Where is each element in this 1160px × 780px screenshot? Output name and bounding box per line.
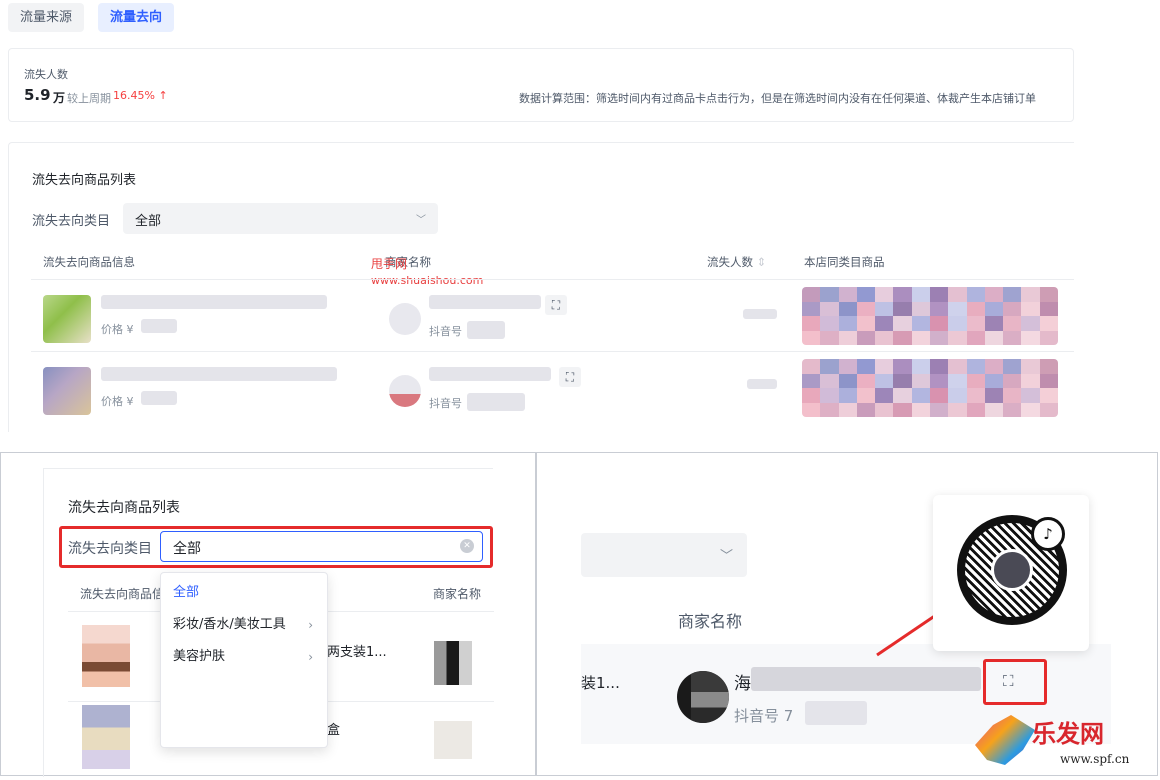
product-thumbnail[interactable] <box>82 705 130 769</box>
douyin-id-blurred <box>467 321 505 339</box>
product-thumbnail[interactable] <box>43 295 91 343</box>
douyin-id-label: 抖音号 <box>429 397 462 410</box>
zoom-product-name: 盒 <box>327 723 341 738</box>
dropdown-item-makeup[interactable]: 彩妆/香水/美妆工具 › <box>161 609 327 641</box>
arrow-up-icon: ↑ <box>158 89 168 102</box>
tab-traffic-destination[interactable]: 流量去向 <box>98 3 175 32</box>
row-divider <box>31 279 1074 280</box>
product-name-blurred <box>101 295 327 309</box>
product-thumbnail[interactable] <box>82 625 130 687</box>
chevron-down-icon: ﹀ <box>416 215 426 226</box>
merchant-avatar <box>991 549 1033 591</box>
zoom-category-filter-label: 流失去向类目 <box>68 541 152 557</box>
dropdown-item-skincare[interactable]: 美容护肤 › <box>161 641 327 673</box>
douyin-id-blurred <box>805 701 867 725</box>
product-price-label: 价格 ¥ <box>101 395 134 408</box>
lost-users-blurred <box>747 379 777 389</box>
scan-qr-icon[interactable]: ⛶ <box>559 367 581 387</box>
merchant-name-initial: 海 <box>734 674 751 694</box>
product-price-blurred <box>141 391 177 405</box>
scan-qr-icon[interactable]: ⛶ <box>545 295 567 315</box>
lost-users-blurred <box>743 309 777 319</box>
zoom-product-name-truncated: 装1... <box>581 674 620 692</box>
zoom-column-header-merchant: 商家名称 <box>678 612 743 631</box>
watermark-url: www.shuaishou.com <box>371 274 484 287</box>
douyin-id-label: 抖音号 <box>429 325 462 338</box>
product-thumbnail[interactable] <box>43 367 91 415</box>
zoom-list-card: 流失去向商品列表 流失去向类目 全部 ✕ 流失去向商品信 商家名称 两支装1..… <box>43 468 494 777</box>
merchant-avatar <box>389 375 421 407</box>
clear-icon[interactable]: ✕ <box>460 539 474 553</box>
same-category-thumbnails[interactable] <box>802 287 1058 345</box>
scan-qr-icon[interactable]: ⛶ <box>1003 672 1014 690</box>
zoom-panel-category-filter: 流失去向商品列表 流失去向类目 全部 ✕ 流失去向商品信 商家名称 两支装1..… <box>0 452 536 777</box>
chevron-down-icon: ﹀ <box>719 549 733 564</box>
zoom-list-title: 流失去向商品列表 <box>68 500 180 516</box>
sort-icon[interactable]: ⇕ <box>757 255 767 269</box>
merchant-avatar <box>434 641 472 685</box>
douyin-id-label: 抖音号 7 <box>734 707 794 725</box>
list-title: 流失去向商品列表 <box>32 173 137 188</box>
calc-scope-note: 数据计算范围：筛选时间内有过商品卡点击行为，但是在筛选时间内没有在任何渠道、体裁… <box>519 92 1036 105</box>
lost-product-list-card: 流失去向商品列表 流失去向类目 全部 ﹀ 流失去向商品信息 商家名称 流失人数 … <box>8 142 1074 432</box>
zoom-column-header-product: 流失去向商品信 <box>80 587 165 601</box>
summary-card: 流失人数 5.9 万 较上周期 16.45% ↑ 数据计算范围：筛选时间内有过商… <box>8 48 1074 122</box>
chevron-right-icon: › <box>308 618 313 632</box>
merchant-name-blurred <box>751 667 981 691</box>
tab-traffic-source[interactable]: 流量来源 <box>8 3 85 32</box>
merchant-name-blurred <box>429 367 551 381</box>
compare-percent: 16.45% ↑ <box>113 89 168 102</box>
lost-users-unit: 万 <box>53 91 66 105</box>
zoom-category-select-partial[interactable]: ﹀ <box>581 533 747 577</box>
column-header-lost-users[interactable]: 流失人数 ⇕ <box>707 254 766 270</box>
compare-percent-value: 16.45% <box>113 89 155 102</box>
lost-users-label: 流失人数 <box>24 68 68 81</box>
highlight-box <box>983 659 1047 705</box>
zoom-column-header-merchant: 商家名称 <box>433 587 482 601</box>
dropdown-item-label: 彩妆/香水/美妆工具 <box>173 617 286 632</box>
row-divider <box>31 351 1074 352</box>
lost-users-value: 5.9 <box>24 86 51 104</box>
chevron-right-icon: › <box>308 650 313 664</box>
column-header-product: 流失去向商品信息 <box>43 255 135 269</box>
compare-label: 较上周期 <box>67 92 111 105</box>
site-logo-name: 乐发网 <box>1032 719 1104 748</box>
column-header-same-category: 本店同类目商品 <box>804 255 885 269</box>
site-logo-url: www.spf.cn <box>1060 752 1130 766</box>
zoom-category-select[interactable]: 全部 ✕ <box>160 531 483 562</box>
same-category-thumbnails[interactable] <box>802 359 1058 417</box>
category-dropdown: 全部 彩妆/香水/美妆工具 › 美容护肤 › <box>160 572 328 748</box>
watermark-name: 甩手网 <box>371 257 408 271</box>
zoom-category-select-value: 全部 <box>173 541 201 557</box>
category-select[interactable]: 全部 ﹀ <box>123 203 438 234</box>
product-name-blurred <box>101 367 337 381</box>
dropdown-item-label: 美容护肤 <box>173 649 226 664</box>
merchant-qr-popover: ♪ <box>933 495 1089 651</box>
merchant-avatar <box>677 671 729 723</box>
category-filter-label: 流失去向类目 <box>32 214 111 229</box>
merchant-avatar <box>434 721 472 759</box>
dropdown-item-label: 全部 <box>173 585 200 600</box>
column-header-lost-users-label: 流失人数 <box>707 255 753 269</box>
douyin-id-blurred <box>467 393 525 411</box>
douyin-logo-icon: ♪ <box>1031 517 1065 551</box>
zoom-product-name: 两支装1... <box>327 645 387 660</box>
product-price-blurred <box>141 319 177 333</box>
merchant-name-blurred <box>429 295 541 309</box>
merchant-avatar <box>389 303 421 335</box>
dropdown-item-all[interactable]: 全部 <box>161 577 327 609</box>
product-price-label: 价格 ¥ <box>101 323 134 336</box>
category-select-value: 全部 <box>135 214 162 229</box>
